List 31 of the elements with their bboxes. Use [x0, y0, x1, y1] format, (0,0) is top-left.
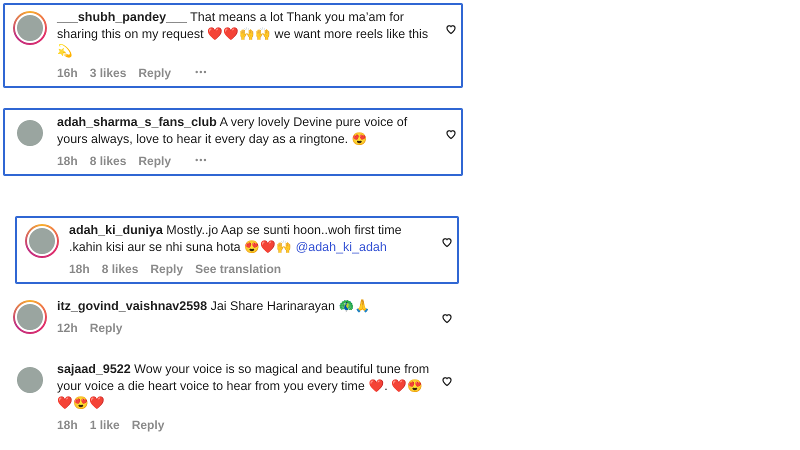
comment-text: adah_ki_duniya Mostly..jo Aap se sunti hoon..woh first time .kahin kisi aur se nhi suna hota 😍❤🙌 @adah_ki_adah [69, 222, 403, 256]
comment-time: 18h [57, 153, 78, 170]
comment-text: itz_govind_vaishnav2598 Jai Share Harinarayan 🦚🙏 [57, 298, 372, 315]
comment-time: 18h [69, 261, 90, 278]
comment-time: 16h [57, 65, 78, 82]
heart-icon[interactable] [441, 312, 453, 324]
avatar[interactable] [13, 11, 47, 45]
avatar[interactable] [25, 224, 59, 258]
reply-button[interactable]: Reply [150, 260, 184, 278]
heart-icon[interactable] [445, 23, 457, 35]
reply-button[interactable]: Reply [138, 64, 172, 82]
heart-icon[interactable] [441, 375, 453, 387]
likes-count: 1 like [90, 417, 120, 434]
reply-button[interactable]: Reply [132, 416, 164, 434]
heart-icon[interactable] [441, 236, 453, 248]
see-translation-button[interactable]: See translation [195, 260, 282, 278]
likes-count: 3 likes [90, 65, 126, 82]
likes-count: 8 likes [90, 153, 126, 170]
comment-time: 12h [57, 320, 78, 337]
reply-button[interactable]: Reply [90, 319, 122, 337]
heart-icon[interactable] [445, 128, 457, 140]
likes-count: 8 likes [102, 261, 138, 278]
comment-text: ___shubh_pandey___ That means a lot Thank you ma’am for sharing this on my request ❤❤🙌🙌 we want more reels like this💫 [57, 9, 430, 60]
more-options-button[interactable]: ••• [195, 66, 208, 80]
mention-link[interactable]: @adah_ki_adah [296, 240, 387, 254]
comment-time: 18h [57, 417, 78, 434]
comment-text: sajaad_9522 Wow your voice is so magical and beautiful tune from your voice a die heart voice to hear from you every time ❤. ❤😍❤😍❤ [57, 361, 430, 412]
comment-text: adah_sharma_s_fans_club A very lovely Devine pure voice of yours always, love to hear it every day as a ringtone. 😍 [57, 114, 408, 148]
more-options-button[interactable]: ••• [195, 154, 208, 168]
avatar[interactable] [13, 300, 47, 334]
reply-button[interactable]: Reply [138, 152, 172, 170]
